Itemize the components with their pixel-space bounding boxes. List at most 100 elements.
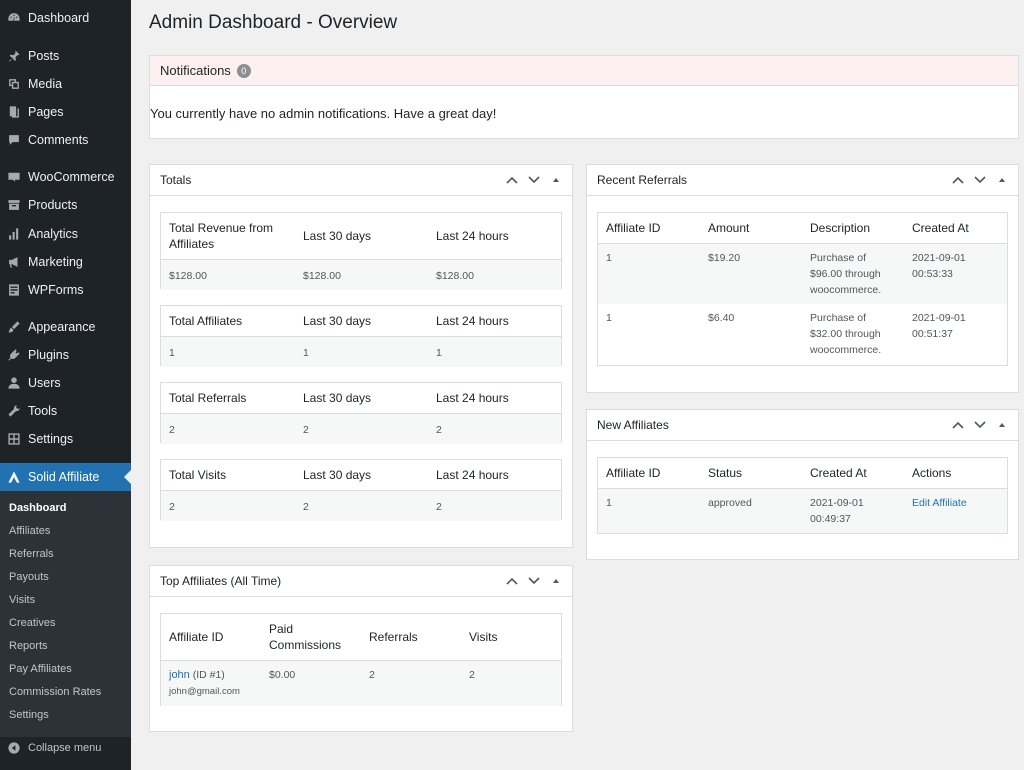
move-down-button[interactable] xyxy=(972,418,988,432)
submenu-pay-affiliates[interactable]: Pay Affiliates xyxy=(9,663,72,675)
page-title: Admin Dashboard - Overview xyxy=(149,12,398,33)
column-header: Affiliate ID xyxy=(598,213,700,244)
sidebar-item-label: Dashboard xyxy=(28,11,90,25)
move-down-button[interactable] xyxy=(972,173,988,187)
affiliate-name-link[interactable]: john xyxy=(169,669,190,681)
submenu-referrals[interactable]: Referrals xyxy=(9,548,54,560)
solid-affiliate-submenu: Dashboard Affiliates Referrals Payouts V… xyxy=(0,491,131,737)
sidebar-item-label: Pages xyxy=(28,105,64,119)
totals-referrals-table: Total Referrals Last 30 days Last 24 hou… xyxy=(160,382,562,444)
affiliate-email: john@gmail.com xyxy=(169,685,240,697)
sidebar-item-label: Comments xyxy=(28,133,89,147)
sidebar-item-comments[interactable]: Comments xyxy=(0,127,131,153)
sidebar-item-tools[interactable]: Tools xyxy=(0,398,131,424)
column-header: Total Referrals xyxy=(161,383,295,414)
column-header: Amount xyxy=(700,213,802,244)
table-cell: 2 xyxy=(428,413,561,444)
table-cell: 2 xyxy=(461,660,561,706)
submenu-reports[interactable]: Reports xyxy=(9,640,48,652)
move-up-button[interactable] xyxy=(950,173,966,187)
collapse-menu-label: Collapse menu xyxy=(28,742,102,754)
created-time: 00:53:33 xyxy=(912,267,953,280)
sidebar-item-users[interactable]: Users xyxy=(0,370,131,396)
chevron-up-icon xyxy=(506,176,518,184)
pages-icon xyxy=(7,105,21,119)
move-up-button[interactable] xyxy=(504,574,520,588)
created-date: 2021-09-01 xyxy=(810,496,864,509)
move-down-button[interactable] xyxy=(526,173,542,187)
sidebar-item-label: Users xyxy=(28,376,61,390)
toggle-panel-button[interactable] xyxy=(994,173,1010,187)
submenu-dashboard[interactable]: Dashboard xyxy=(9,502,66,514)
submenu-visits[interactable]: Visits xyxy=(9,594,35,606)
chart-icon xyxy=(7,227,21,241)
sidebar-item-products[interactable]: Products xyxy=(0,192,131,218)
solid-affiliate-icon xyxy=(7,470,21,484)
toggle-panel-button[interactable] xyxy=(548,574,564,588)
sidebar-item-label: Appearance xyxy=(28,320,96,334)
column-header: Last 24 hours xyxy=(428,460,561,491)
move-up-button[interactable] xyxy=(950,418,966,432)
column-header: Last 30 days xyxy=(295,213,428,260)
admin-sidebar: Dashboard Posts Media Pages Comments Woo… xyxy=(0,0,131,770)
chevron-up-icon xyxy=(506,577,518,585)
sidebar-item-label: Media xyxy=(28,77,63,91)
recent-referrals-header: Recent Referrals xyxy=(587,165,1018,196)
table-cell: $6.40 xyxy=(700,304,802,365)
user-icon xyxy=(7,376,21,390)
sidebar-item-woocommerce[interactable]: WooCommerce xyxy=(0,164,131,190)
edit-affiliate-link[interactable]: Edit Affiliate xyxy=(912,497,967,509)
notifications-panel: Notifications 0 You currently have no ad… xyxy=(149,55,1019,139)
table-row: 1 approved 2021-09-01 00:49:37 Edit Affil… xyxy=(598,488,1007,533)
table-cell: $128.00 xyxy=(428,259,561,290)
table-cell: 1 xyxy=(598,243,700,304)
column-header: Affiliate ID xyxy=(161,614,261,661)
submenu-creatives[interactable]: Creatives xyxy=(9,617,55,629)
sidebar-item-solid-affiliate[interactable]: Solid Affiliate xyxy=(0,463,131,491)
sidebar-item-dashboard[interactable]: Dashboard xyxy=(0,5,131,31)
top-affiliates-title: Top Affiliates (All Time) xyxy=(160,574,282,588)
sidebar-item-appearance[interactable]: Appearance xyxy=(0,314,131,340)
top-affiliates-header: Top Affiliates (All Time) xyxy=(150,566,572,597)
sidebar-item-settings[interactable]: Settings xyxy=(0,426,131,452)
table-cell: Purchase of $32.00 through woocommerce. xyxy=(802,304,904,365)
move-up-button[interactable] xyxy=(504,173,520,187)
chevron-down-icon xyxy=(974,421,986,429)
recent-referrals-table: Affiliate ID Amount Description Created … xyxy=(597,212,1008,366)
sidebar-item-media[interactable]: Media xyxy=(0,71,131,97)
table-cell: approved xyxy=(700,488,802,533)
table-cell: 2 xyxy=(161,413,295,444)
submenu-commission-rates[interactable]: Commission Rates xyxy=(9,686,101,698)
sidebar-item-posts[interactable]: Posts xyxy=(0,43,131,69)
sidebar-item-analytics[interactable]: Analytics xyxy=(0,221,131,247)
table-cell: 1 xyxy=(428,336,561,367)
move-down-button[interactable] xyxy=(526,574,542,588)
column-header: Referrals xyxy=(361,614,461,661)
sidebar-item-plugins[interactable]: Plugins xyxy=(0,342,131,368)
table-cell: 2 xyxy=(161,490,295,521)
new-affiliates-panel: New Affiliates Affiliate ID Status Creat… xyxy=(586,409,1019,560)
brush-icon xyxy=(7,320,21,334)
top-affiliates-panel: Top Affiliates (All Time) Affiliate ID P… xyxy=(149,565,573,732)
woo-icon xyxy=(7,170,21,184)
table-row: john (ID #1) john@gmail.com $0.00 2 2 xyxy=(161,660,561,706)
table-cell: $128.00 xyxy=(295,259,428,290)
sidebar-item-label: Products xyxy=(28,198,78,212)
sidebar-item-wpforms[interactable]: WPForms xyxy=(0,277,131,303)
toggle-panel-button[interactable] xyxy=(548,173,564,187)
submenu-payouts[interactable]: Payouts xyxy=(9,571,49,583)
chevron-down-icon xyxy=(528,577,540,585)
column-header: Created At xyxy=(904,213,1007,244)
new-affiliates-table: Affiliate ID Status Created At Actions 1… xyxy=(597,457,1008,534)
sidebar-item-pages[interactable]: Pages xyxy=(0,99,131,125)
column-header: Last 24 hours xyxy=(428,213,561,260)
submenu-affiliates[interactable]: Affiliates xyxy=(9,525,50,537)
created-date: 2021-09-01 xyxy=(912,251,966,264)
collapse-menu-button[interactable]: Collapse menu xyxy=(0,735,131,761)
column-header: Total Visits xyxy=(161,460,295,491)
notifications-message: You currently have no admin notification… xyxy=(150,106,497,121)
submenu-settings[interactable]: Settings xyxy=(9,709,49,721)
sidebar-item-marketing[interactable]: Marketing xyxy=(0,249,131,275)
table-cell: $19.20 xyxy=(700,243,802,304)
toggle-panel-button[interactable] xyxy=(994,418,1010,432)
